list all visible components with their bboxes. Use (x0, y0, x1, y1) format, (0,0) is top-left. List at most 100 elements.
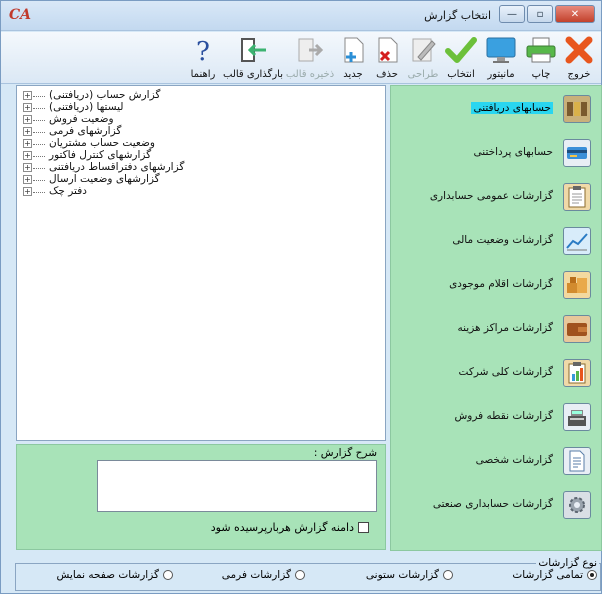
cash-register-icon (563, 403, 591, 431)
radio-button[interactable] (163, 570, 173, 580)
expand-icon[interactable]: + (23, 187, 32, 196)
radio-label: گزارشات ستونی (365, 569, 439, 581)
monitor-icon (483, 34, 519, 66)
wallet-icon (563, 315, 591, 343)
nav-item-label: گزارشات مراکز هزینه (457, 322, 553, 334)
nav-item-label: گزارشات حسابداری صنعتی (432, 498, 553, 510)
expand-icon[interactable]: + (23, 127, 32, 136)
tree-item-label: گزارشهای کنترل فاکتور (49, 149, 152, 161)
gear-icon (563, 491, 591, 519)
exit-x-icon (561, 34, 597, 66)
nav-item-label: گزارشات نقطه فروش (454, 410, 553, 422)
toolbar: خروج چاپ مانیتور انتخاب طراحی حذف جدید ذ… (1, 32, 601, 84)
window-title: انتخاب گزارش (424, 9, 491, 22)
expand-icon[interactable]: + (23, 91, 32, 100)
ask-range-checkbox-label: دامنه گزارش هربارپرسیده شود (210, 521, 354, 534)
tree-item-label: دفتر چک (49, 185, 87, 197)
window-controls: — ▫ ✕ (499, 5, 595, 23)
tree-item-label: گزارشهای دفتراقساط دریافتنی (49, 161, 185, 173)
nav-item-label: گزارشات اقلام موجودی (449, 278, 553, 290)
radio-column-reports[interactable]: گزارشات ستونی (366, 569, 453, 581)
nav-item-label: گزارشات کلی شرکت (458, 366, 553, 378)
nav-item-personal[interactable]: گزارشات شخصی (391, 440, 602, 484)
toolbar-load-template-label: بارگذاری قالب (223, 69, 283, 80)
description-title: شرح گزارش : (313, 447, 377, 459)
nav-item-payables[interactable]: حسابهای پرداختنی (391, 132, 602, 176)
tree-item-label: وضعیت فروش (49, 113, 114, 125)
toolbar-exit-label: خروج (567, 69, 591, 80)
radio-button[interactable] (587, 570, 597, 580)
clipboard-icon (563, 183, 591, 211)
report-category-panel: حسابهای دریافتنی حسابهای پرداختنی گزارشا… (390, 85, 602, 551)
nav-item-financial-status[interactable]: گزارشات وضعیت مالی (391, 220, 602, 264)
save-template-icon (292, 34, 328, 66)
toolbar-help-button[interactable]: ? راهنما (185, 34, 221, 82)
personal-doc-icon (563, 447, 591, 475)
app-logo-icon: CA (9, 7, 32, 23)
radio-all-reports[interactable]: تمامی گزارشات (512, 569, 597, 581)
toolbar-new-label: جدید (343, 69, 363, 80)
toolbar-monitor-button[interactable]: مانیتور (481, 34, 521, 82)
ask-range-checkbox[interactable]: دامنه گزارش هربارپرسیده شود (211, 521, 369, 534)
radio-button[interactable] (295, 570, 305, 580)
nav-item-company[interactable]: گزارشات کلی شرکت (391, 352, 602, 396)
toolbar-load-template-button[interactable]: بارگذاری قالب (223, 34, 283, 82)
nav-item-label: گزارشات شخصی (475, 454, 553, 466)
tree-item-label: وضعیت حساب مشتریان (49, 137, 155, 149)
report-type-title: نوع گزارشات (536, 557, 599, 569)
radio-button[interactable] (443, 570, 453, 580)
toolbar-exit-button[interactable]: خروج (561, 34, 597, 82)
toolbar-print-label: چاپ (531, 69, 551, 80)
expand-icon[interactable]: + (23, 115, 32, 124)
nav-item-inventory[interactable]: گزارشات اقلام موجودی (391, 264, 602, 308)
expand-icon[interactable]: + (23, 151, 32, 160)
nav-item-cost-centers[interactable]: گزارشات مراکز هزینه (391, 308, 602, 352)
toolbar-new-button[interactable]: جدید (337, 34, 369, 82)
load-template-icon (235, 34, 271, 66)
printer-icon (523, 34, 559, 66)
minimize-button[interactable]: — (499, 5, 525, 23)
radio-label: گزارشات صفحه نمایش (56, 569, 159, 581)
tree-item-label: گزارش حساب (دریافتنی) (49, 89, 161, 101)
checkmark-icon (443, 34, 479, 66)
checkbox-box[interactable] (358, 522, 369, 533)
toolbar-delete-button[interactable]: حذف (371, 34, 403, 82)
tree-item-label: گزارشهای وضعیت ارسال (49, 173, 160, 185)
payables-icon (563, 139, 591, 167)
company-clipboard-icon (563, 359, 591, 387)
toolbar-delete-label: حذف (376, 69, 398, 80)
nav-item-label: گزارشات وضعیت مالی (452, 234, 553, 246)
toolbar-design-button[interactable]: طراحی (405, 34, 441, 82)
toolbar-select-button[interactable]: انتخاب (443, 34, 479, 82)
delete-doc-icon (369, 34, 405, 66)
radio-form-reports[interactable]: گزارشات فرمی (222, 569, 305, 581)
close-button[interactable]: ✕ (555, 5, 595, 23)
expand-icon[interactable]: + (23, 103, 32, 112)
help-question-icon: ? (185, 34, 221, 66)
description-textbox[interactable] (97, 460, 377, 512)
tree-item[interactable]: + دفتر چک (17, 185, 385, 198)
toolbar-help-label: راهنما (190, 69, 216, 80)
nav-item-label: حسابهای دریافتنی (471, 102, 553, 114)
inventory-boxes-icon (563, 271, 591, 299)
expand-icon[interactable]: + (23, 175, 32, 184)
radio-label: گزارشات فرمی (221, 569, 291, 581)
receivables-icon (563, 95, 591, 123)
toolbar-print-button[interactable]: چاپ (523, 34, 559, 82)
restore-button[interactable]: ▫ (527, 5, 553, 23)
nav-item-label: حسابهای پرداختنی (473, 146, 553, 158)
design-pen-icon (405, 34, 441, 66)
expand-icon[interactable]: + (23, 163, 32, 172)
toolbar-save-template-button[interactable]: ذخیره قالب (285, 34, 335, 82)
toolbar-design-label: طراحی (407, 69, 439, 80)
nav-item-label: گزارشات عمومی حسابداری (429, 190, 553, 202)
nav-item-general-accounting[interactable]: گزارشات عمومی حسابداری (391, 176, 602, 220)
radio-screen-reports[interactable]: گزارشات صفحه نمایش (57, 569, 173, 581)
nav-item-industrial-accounting[interactable]: گزارشات حسابداری صنعتی (391, 484, 602, 528)
report-tree[interactable]: + گزارش حساب (دریافتنی) + لیستها (دریافت… (16, 85, 386, 441)
expand-icon[interactable]: + (23, 139, 32, 148)
report-type-group: نوع گزارشات تمامی گزارشات گزارشات ستونی … (15, 557, 602, 593)
nav-item-point-of-sale[interactable]: گزارشات نقطه فروش (391, 396, 602, 440)
nav-item-receivables[interactable]: حسابهای دریافتنی (391, 88, 602, 132)
toolbar-select-label: انتخاب (447, 69, 475, 80)
